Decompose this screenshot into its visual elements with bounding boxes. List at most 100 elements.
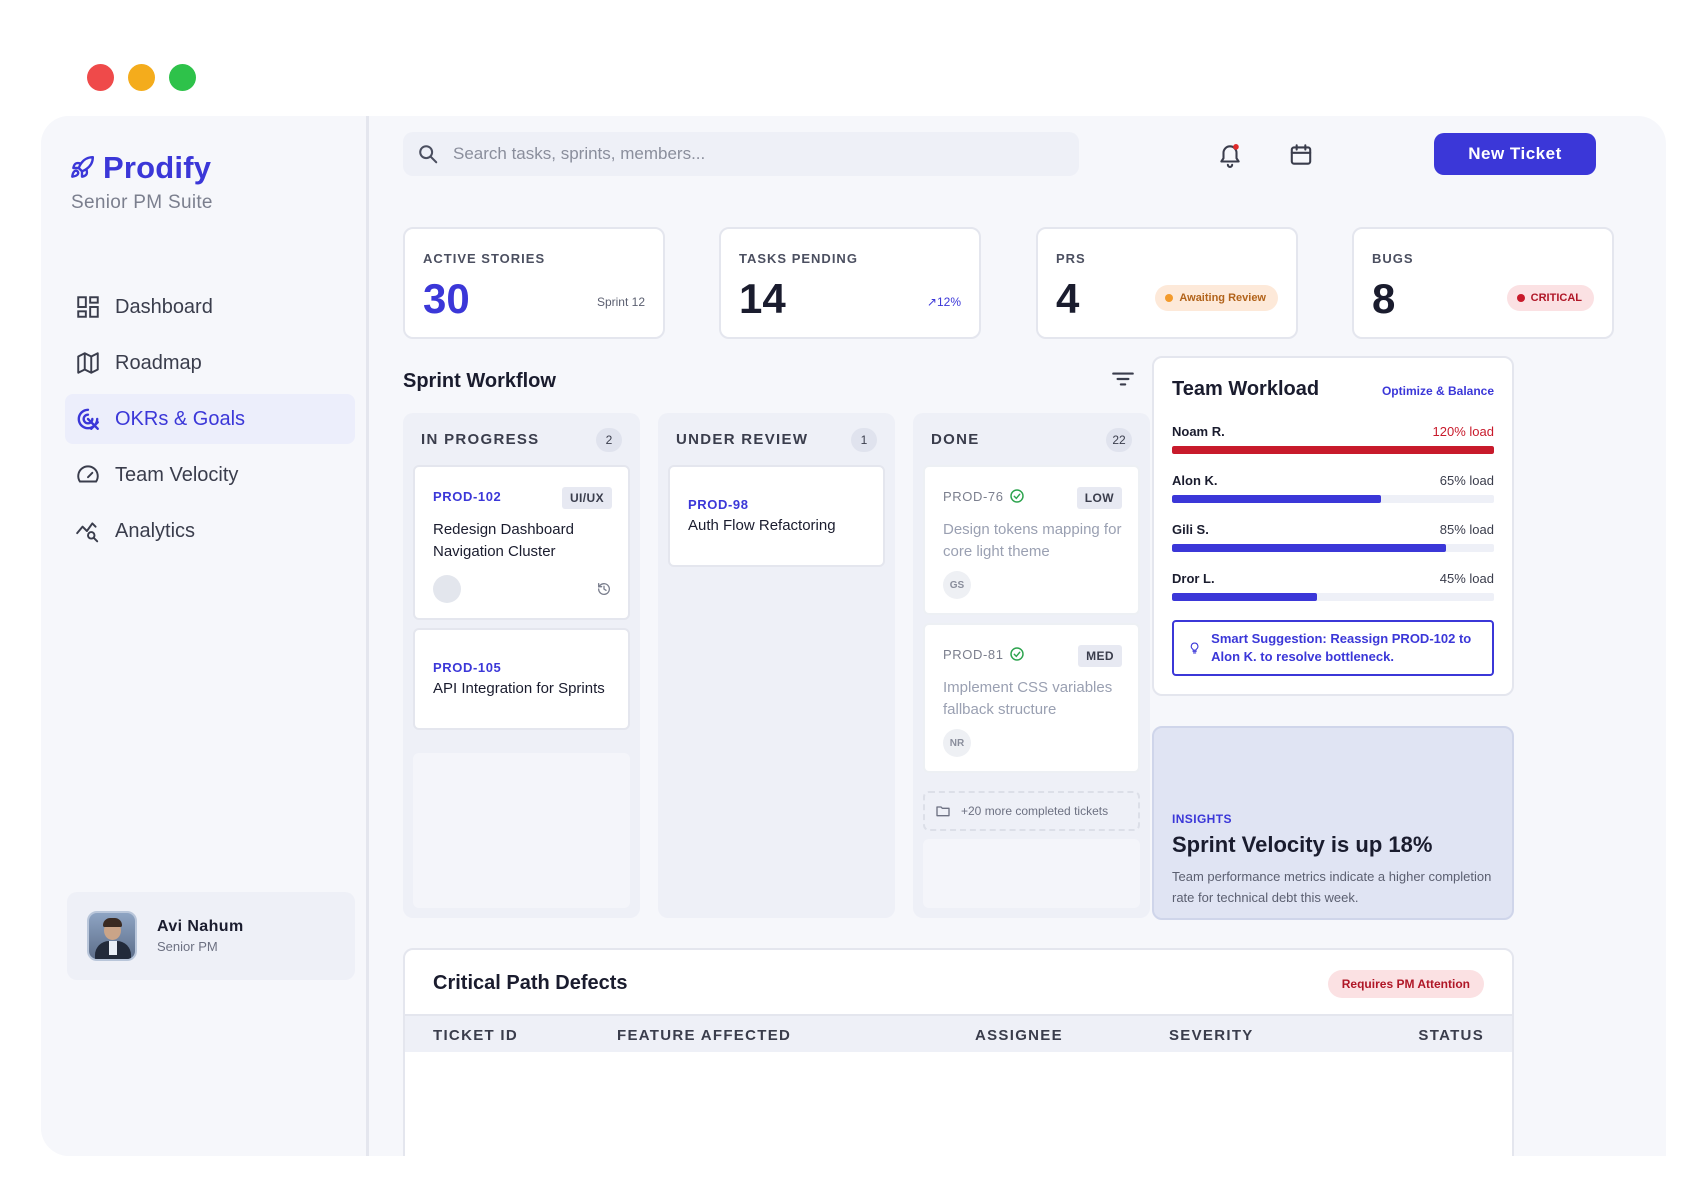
stat-label: TASKS PENDING (739, 251, 858, 266)
analytics-icon (76, 522, 99, 543)
insights-card: INSIGHTS Sprint Velocity is up 18% Team … (1152, 726, 1514, 920)
sidebar-item-dashboard[interactable]: Dashboard (65, 282, 355, 332)
more-completed-label: +20 more completed tickets (961, 804, 1109, 818)
insights-title: Sprint Velocity is up 18% (1172, 832, 1433, 857)
trend-indicator: ↗12% (926, 295, 961, 309)
table-header: TICKET ID FEATURE AFFECTED ASSIGNEE SEVE… (405, 1014, 1512, 1052)
stat-value: 8 (1372, 275, 1396, 322)
search-icon (419, 145, 438, 164)
stat-card-tasks-pending[interactable]: TASKS PENDING 14 ↗12% (719, 227, 981, 339)
maximize-window-button[interactable] (169, 64, 196, 91)
bell-icon (1220, 144, 1240, 168)
history-icon[interactable] (596, 581, 612, 597)
workload-row[interactable]: Dror L. 45% load (1172, 571, 1494, 611)
column-header-status[interactable]: STATUS (1418, 1027, 1484, 1044)
sprint-label: Sprint 12 (596, 295, 645, 309)
stat-label: BUGS (1372, 251, 1414, 266)
optimize-balance-link[interactable]: Optimize & Balance (1382, 384, 1494, 398)
column-header-severity[interactable]: SEVERITY (1169, 1027, 1254, 1044)
ticket-id: PROD-102 (433, 489, 502, 504)
brand-logo[interactable]: Prodify (69, 150, 211, 186)
load-bar-fill (1172, 446, 1494, 454)
insights-body: Team performance metrics indicate a high… (1172, 869, 1492, 905)
ticket-card[interactable]: PROD-76 LOW Design tokens mapping for co… (923, 465, 1140, 615)
sidebar-item-label: OKRs & Goals (115, 407, 246, 430)
member-load: 45% load (1439, 571, 1494, 586)
load-bar-track (1172, 495, 1494, 503)
badge-label: CRITICAL (1530, 292, 1582, 304)
user-name: Avi Nahum (157, 918, 244, 935)
ticket-card[interactable]: PROD-105 API Integration for Sprints (413, 628, 630, 730)
column-title: UNDER REVIEW (676, 431, 809, 448)
member-name: Alon K. (1172, 473, 1218, 488)
column-header-assignee[interactable]: ASSIGNEE (975, 1027, 1063, 1044)
new-ticket-button[interactable]: New Ticket (1434, 133, 1596, 175)
column-count: 2 (596, 428, 622, 452)
map-icon (77, 352, 99, 374)
stat-card-active-stories[interactable]: ACTIVE STORIES 30 Sprint 12 (403, 227, 665, 339)
check-circle-icon (1010, 647, 1024, 661)
column-title: IN PROGRESS (421, 431, 540, 448)
sidebar-item-label: Roadmap (115, 351, 202, 374)
stat-label: PRS (1056, 251, 1086, 266)
member-name: Gili S. (1172, 522, 1209, 537)
column-empty-area (413, 753, 630, 908)
user-profile[interactable]: Avi Nahum Senior PM (67, 892, 355, 980)
column-header-ticket-id[interactable]: TICKET ID (433, 1027, 518, 1044)
load-bar-fill (1172, 544, 1446, 552)
sidebar-item-team-velocity[interactable]: Team Velocity (65, 450, 355, 500)
calendar-button[interactable] (1284, 138, 1318, 172)
status-dot-icon (1165, 294, 1174, 302)
brand-name: Prodify (103, 150, 212, 185)
panel-title: Team Workload (1172, 378, 1320, 400)
priority-tag: MED (1078, 645, 1122, 667)
target-icon (77, 408, 99, 430)
close-window-button[interactable] (87, 64, 114, 91)
ticket-title: Auth Flow Refactoring (688, 517, 836, 534)
speedometer-icon (77, 465, 99, 483)
search-input[interactable] (453, 144, 1053, 164)
filter-icon[interactable] (1110, 366, 1136, 392)
assignee-placeholder (433, 575, 461, 603)
member-load: 65% load (1439, 473, 1494, 488)
sidebar-item-okrs-goals[interactable]: OKRs & Goals (65, 394, 355, 444)
more-completed-tickets-link[interactable]: +20 more completed tickets (923, 791, 1140, 831)
section-title-sprint-workflow: Sprint Workflow (403, 370, 556, 392)
assignee-avatar: GS (943, 571, 971, 599)
column-count: 1 (851, 428, 877, 452)
ticket-id: PROD-76 (943, 489, 1004, 504)
sidebar: Prodify Senior PM Suite Dashboard Roadma… (41, 116, 369, 1156)
member-load: 85% load (1439, 522, 1494, 537)
workload-row[interactable]: Alon K. 65% load (1172, 473, 1494, 513)
stat-card-bugs[interactable]: BUGS 8 CRITICAL (1352, 227, 1614, 339)
attention-badge: Requires PM Attention (1327, 970, 1484, 998)
ticket-card[interactable]: PROD-102 UI/UX Redesign Dashboard Naviga… (413, 465, 630, 620)
column-header-feature[interactable]: FEATURE AFFECTED (617, 1027, 791, 1044)
workload-row[interactable]: Noam R. 120% load (1172, 424, 1494, 464)
minimize-window-button[interactable] (128, 64, 155, 91)
column-under-review: UNDER REVIEW 1 PROD-98 Auth Flow Refacto… (658, 413, 895, 918)
column-count: 22 (1106, 428, 1132, 452)
badge-label: Awaiting Review (1179, 292, 1266, 304)
ticket-card[interactable]: PROD-81 MED Implement CSS variables fall… (923, 623, 1140, 773)
stat-value: 30 (423, 275, 470, 322)
avatar (87, 911, 137, 961)
stat-card-prs[interactable]: PRS 4 Awaiting Review (1036, 227, 1298, 339)
member-name: Noam R. (1172, 424, 1225, 439)
member-load: 120% load (1432, 424, 1494, 439)
ticket-title: Redesign Dashboard Navigation Cluster (433, 521, 574, 560)
smart-suggestion[interactable]: Smart Suggestion: Reassign PROD-102 to A… (1172, 620, 1494, 676)
sidebar-item-analytics[interactable]: Analytics (65, 506, 355, 556)
table-title: Critical Path Defects (433, 972, 628, 994)
sidebar-item-roadmap[interactable]: Roadmap (65, 338, 355, 388)
notifications-button[interactable] (1213, 138, 1247, 172)
priority-tag: LOW (1076, 487, 1122, 509)
brand-subtitle: Senior PM Suite (71, 192, 213, 213)
window-controls (87, 64, 196, 91)
load-bar-track (1172, 544, 1494, 552)
load-bar-track (1172, 593, 1494, 601)
rocket-icon (71, 155, 95, 178)
ticket-card[interactable]: PROD-98 Auth Flow Refactoring (668, 465, 885, 567)
search-bar[interactable] (403, 132, 1079, 176)
workload-row[interactable]: Gili S. 85% load (1172, 522, 1494, 562)
